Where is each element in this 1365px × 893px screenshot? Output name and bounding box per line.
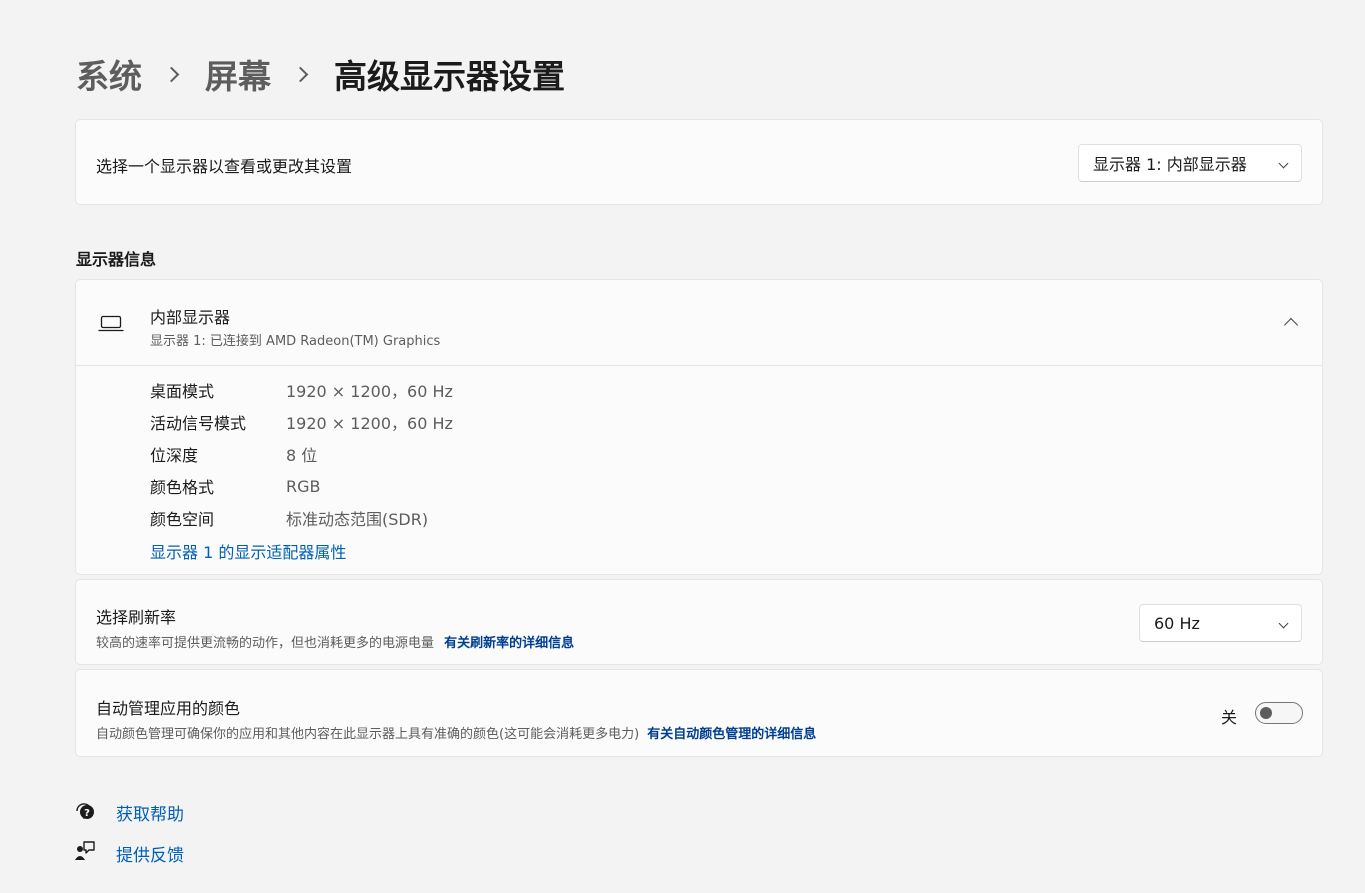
- help-icon: ?: [74, 799, 116, 826]
- give-feedback-link[interactable]: 提供反馈: [74, 840, 184, 867]
- display-name: 内部显示器: [150, 308, 231, 327]
- display-select-value: 显示器 1: 内部显示器: [1093, 155, 1247, 174]
- refresh-rate-dropdown[interactable]: 60 Hz: [1139, 604, 1302, 642]
- refresh-rate-info-link[interactable]: 有关刷新率的详细信息: [444, 636, 574, 651]
- info-value: 1920 × 1200，60 Hz: [286, 382, 453, 401]
- toggle-state-label: 关: [1221, 708, 1238, 727]
- info-value: 8 位: [286, 446, 318, 465]
- info-row-color-format: 颜色格式 RGB: [150, 470, 453, 502]
- advanced-display-settings-page: 系统 屏幕 高级显示器设置 选择一个显示器以查看或更改其设置 显示器 1: 内部…: [0, 0, 1365, 893]
- display-info-section-title: 显示器信息: [76, 250, 157, 269]
- chevron-down-icon: [1278, 618, 1289, 628]
- auto-color-desc-text: 自动颜色管理可确保你的应用和其他内容在此显示器上具有准确的颜色(这可能会消耗更多…: [96, 727, 640, 742]
- breadcrumb-display[interactable]: 屏幕: [205, 50, 271, 98]
- breadcrumb-system[interactable]: 系统: [76, 50, 142, 98]
- info-row-desktop-mode: 桌面模式 1920 × 1200，60 Hz: [150, 374, 453, 406]
- info-label: 位深度: [150, 446, 199, 465]
- get-help-link[interactable]: ? 获取帮助: [74, 799, 184, 826]
- info-label: 颜色空间: [150, 510, 215, 529]
- toggle-knob: [1260, 707, 1272, 719]
- refresh-rate-value: 60 Hz: [1154, 613, 1200, 633]
- auto-color-card: 自动管理应用的颜色 自动颜色管理可确保你的应用和其他内容在此显示器上具有准确的颜…: [75, 669, 1323, 757]
- display-info-card: 内部显示器 显示器 1: 已连接到 AMD Radeon(TM) Graphic…: [75, 279, 1323, 575]
- info-label: 桌面模式: [150, 382, 215, 401]
- refresh-rate-description: 较高的速率可提供更流畅的动作，但也消耗更多的电源电量 有关刷新率的详细信息: [96, 632, 574, 651]
- laptop-icon: [98, 313, 124, 337]
- adapter-properties-link[interactable]: 显示器 1 的显示适配器属性: [150, 539, 346, 563]
- info-label: 活动信号模式: [150, 414, 247, 433]
- info-row-active-signal-mode: 活动信号模式 1920 × 1200，60 Hz: [150, 406, 453, 438]
- display-info-details: 桌面模式 1920 × 1200，60 Hz 活动信号模式 1920 × 120…: [76, 365, 1322, 575]
- info-row-color-space: 颜色空间 标准动态范围(SDR): [150, 502, 453, 534]
- feedback-icon: [74, 840, 116, 867]
- info-row-bit-depth: 位深度 8 位: [150, 438, 453, 470]
- chevron-up-icon[interactable]: [1283, 317, 1299, 333]
- adapter-link-row: 显示器 1 的显示适配器属性: [150, 534, 453, 568]
- auto-color-toggle[interactable]: [1255, 702, 1303, 724]
- chevron-right-icon: [292, 66, 309, 82]
- auto-color-info-link[interactable]: 有关自动颜色管理的详细信息: [647, 727, 816, 742]
- select-display-card: 选择一个显示器以查看或更改其设置 显示器 1: 内部显示器: [75, 119, 1323, 205]
- info-value: 1920 × 1200，60 Hz: [286, 414, 453, 433]
- auto-color-title: 自动管理应用的颜色: [96, 699, 241, 718]
- auto-color-description: 自动颜色管理可确保你的应用和其他内容在此显示器上具有准确的颜色(这可能会消耗更多…: [96, 723, 816, 742]
- display-select-dropdown[interactable]: 显示器 1: 内部显示器: [1078, 144, 1302, 182]
- get-help-label: 获取帮助: [116, 805, 184, 825]
- svg-text:?: ?: [84, 808, 90, 819]
- info-label: 颜色格式: [150, 478, 215, 497]
- page-title: 高级显示器设置: [334, 57, 565, 96]
- breadcrumb: 系统 屏幕 高级显示器设置: [76, 52, 565, 96]
- display-info-table: 桌面模式 1920 × 1200，60 Hz 活动信号模式 1920 × 120…: [150, 374, 453, 568]
- info-value: 标准动态范围(SDR): [286, 510, 429, 529]
- refresh-rate-card: 选择刷新率 较高的速率可提供更流畅的动作，但也消耗更多的电源电量 有关刷新率的详…: [75, 579, 1323, 665]
- display-connection: 显示器 1: 已连接到 AMD Radeon(TM) Graphics: [150, 334, 441, 349]
- info-value: RGB: [286, 476, 321, 496]
- give-feedback-label: 提供反馈: [116, 846, 184, 866]
- chevron-down-icon: [1278, 158, 1289, 168]
- refresh-rate-title: 选择刷新率: [96, 608, 177, 627]
- display-info-header[interactable]: 内部显示器 显示器 1: 已连接到 AMD Radeon(TM) Graphic…: [76, 280, 1322, 366]
- refresh-rate-desc-text: 较高的速率可提供更流畅的动作，但也消耗更多的电源电量: [96, 636, 435, 651]
- chevron-right-icon: [163, 66, 180, 82]
- select-display-label: 选择一个显示器以查看或更改其设置: [96, 157, 353, 176]
